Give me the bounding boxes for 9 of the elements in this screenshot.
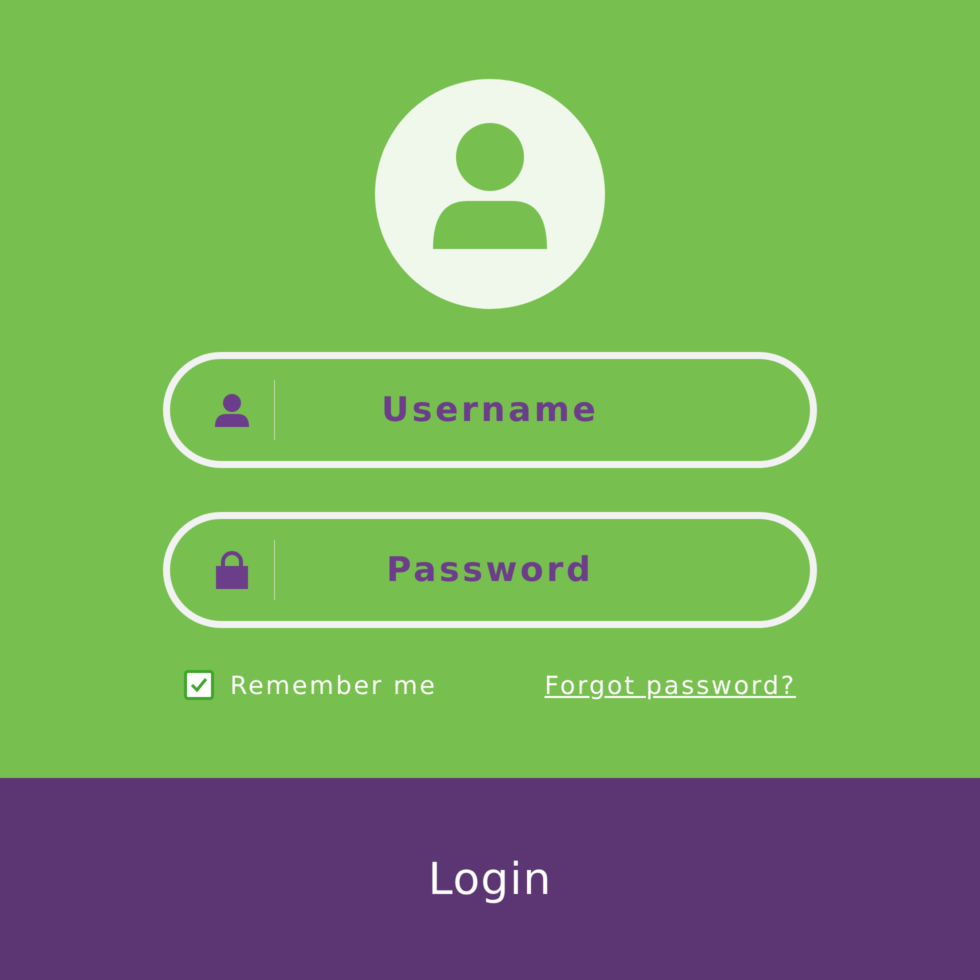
avatar-icon: [375, 79, 605, 309]
user-icon: [214, 392, 250, 428]
check-icon: [190, 677, 208, 693]
remember-label: Remember me: [230, 670, 437, 700]
username-field[interactable]: Username: [163, 352, 817, 468]
password-field[interactable]: Password: [163, 512, 817, 628]
remember-checkbox[interactable]: [184, 670, 214, 700]
lock-icon: [216, 551, 248, 589]
login-button[interactable]: Login: [0, 778, 980, 980]
